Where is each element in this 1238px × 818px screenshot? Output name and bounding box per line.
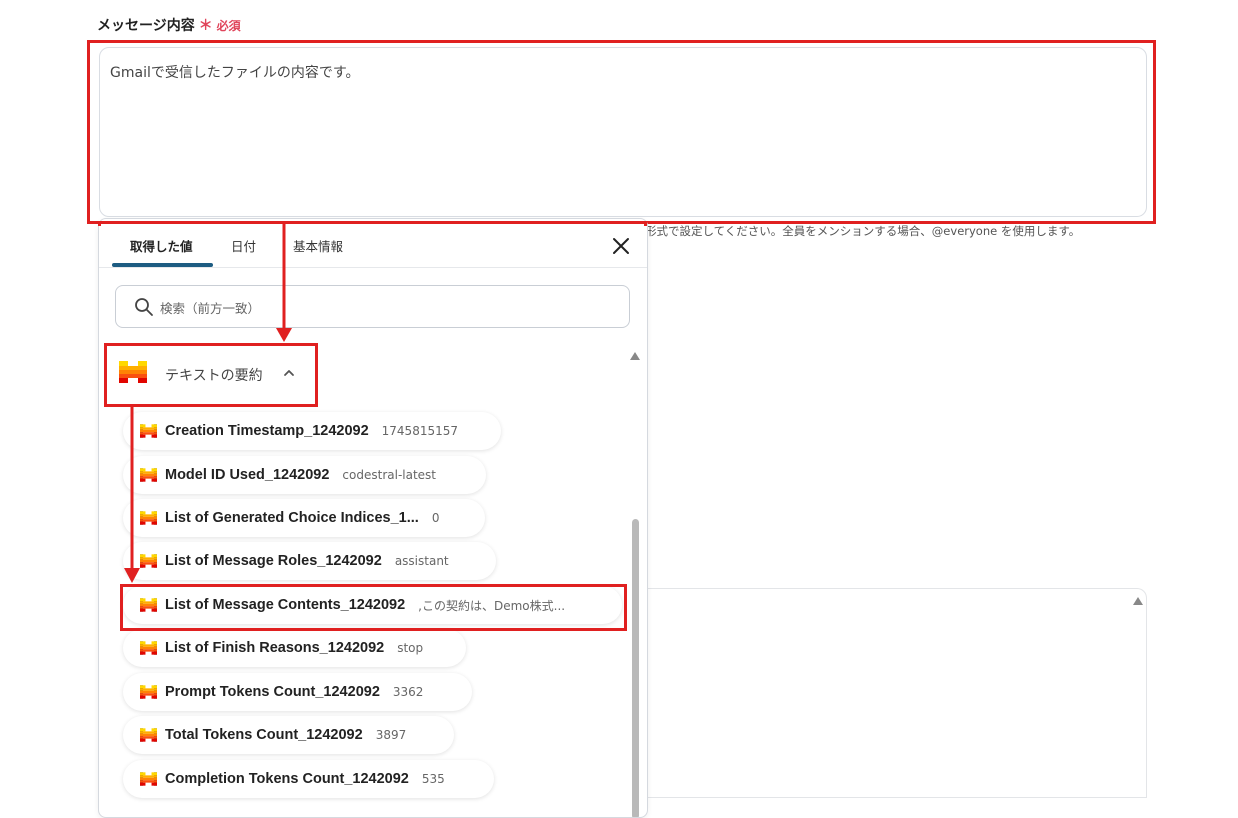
list-item-value: assistant — [394, 554, 449, 568]
list-item-value: 1745815157 — [381, 424, 459, 438]
list-item-label: List of Finish Reasons_1242092 — [165, 640, 385, 656]
scrollbar-thumb[interactable] — [632, 519, 639, 817]
list-item-value: 0 — [431, 511, 440, 525]
list-item-value: codestral-latest — [342, 468, 437, 482]
list-item-value: ,この契約は、Demo株式... — [418, 598, 566, 613]
list-item[interactable]: Total Tokens Count_1242092 3897 — [123, 716, 454, 754]
active-tab-indicator — [112, 263, 213, 267]
search-icon — [135, 298, 153, 316]
field-hint: 形式で設定してください。全員をメンションする場合、@everyone を使用しま… — [645, 224, 1081, 238]
list-item[interactable]: Creation Timestamp_1242092 1745815157 — [123, 412, 501, 450]
list-item[interactable]: List of Message Roles_1242092 assistant — [123, 542, 496, 580]
list-item[interactable]: List of Message Contents_1242092 ,この契約は、D… — [123, 586, 622, 624]
list-item-value: 3362 — [392, 685, 424, 699]
list-item[interactable]: List of Finish Reasons_1242092 stop — [123, 629, 466, 667]
mistral-logo-icon — [119, 361, 147, 383]
message-input[interactable]: Gmailで受信したファイルの内容です。 — [99, 47, 1147, 217]
search-box[interactable] — [115, 285, 630, 328]
tab-basic-info[interactable]: 基本情報 — [293, 236, 343, 255]
list-item-label: Prompt Tokens Count_1242092 — [165, 684, 380, 700]
message-label-text: メッセージ内容 — [97, 17, 195, 33]
required-star: ＊ — [198, 17, 213, 33]
tab-retrieved-values[interactable]: 取得した値 — [130, 236, 193, 255]
value-picker-panel: 取得した値 日付 基本情報 テキストの要約 — [98, 218, 648, 818]
list-item-label: List of Message Contents_1242092 — [165, 597, 406, 613]
list-item[interactable]: Model ID Used_1242092 codestral-latest — [123, 456, 486, 494]
list-item-value: stop — [397, 641, 424, 655]
mistral-logo-icon — [140, 685, 157, 699]
chevron-up-icon[interactable] — [282, 366, 296, 380]
list-item[interactable]: Prompt Tokens Count_1242092 3362 — [123, 673, 472, 711]
list-item-label: List of Generated Choice Indices_1... — [165, 510, 419, 526]
message-input-value: Gmailで受信したファイルの内容です。 — [110, 65, 360, 81]
group-title: テキストの要約 — [165, 368, 263, 384]
mistral-logo-icon — [140, 641, 157, 655]
list-item-label: Creation Timestamp_1242092 — [165, 423, 369, 439]
picker-tabs: 取得した値 日付 基本情報 — [99, 219, 647, 268]
list-item-label: Total Tokens Count_1242092 — [165, 727, 363, 743]
lower-field-box — [648, 588, 1147, 798]
mistral-logo-icon — [140, 598, 157, 612]
list-item-label: Model ID Used_1242092 — [165, 467, 330, 483]
list-item-label: List of Message Roles_1242092 — [165, 553, 382, 569]
required-text: 必須 — [216, 19, 241, 33]
list-item[interactable]: List of Generated Choice Indices_1... 0 — [123, 499, 485, 537]
scroll-up-icon[interactable] — [1133, 597, 1143, 605]
scroll-up-icon[interactable] — [630, 352, 640, 360]
message-field-label: メッセージ内容 ＊必須 — [97, 15, 241, 35]
mistral-logo-icon — [140, 554, 157, 568]
mistral-logo-icon — [140, 772, 157, 786]
search-input[interactable] — [158, 296, 602, 320]
mistral-logo-icon — [140, 468, 157, 482]
tab-date[interactable]: 日付 — [231, 236, 256, 255]
list-item-label: Completion Tokens Count_1242092 — [165, 771, 409, 787]
list-item-value: 535 — [421, 772, 445, 786]
mistral-logo-icon — [140, 511, 157, 525]
list-item-value: 3897 — [375, 728, 407, 742]
close-icon[interactable] — [611, 236, 631, 256]
list-item[interactable]: Completion Tokens Count_1242092 535 — [123, 760, 494, 798]
mistral-logo-icon — [140, 728, 157, 742]
mistral-logo-icon — [140, 424, 157, 438]
